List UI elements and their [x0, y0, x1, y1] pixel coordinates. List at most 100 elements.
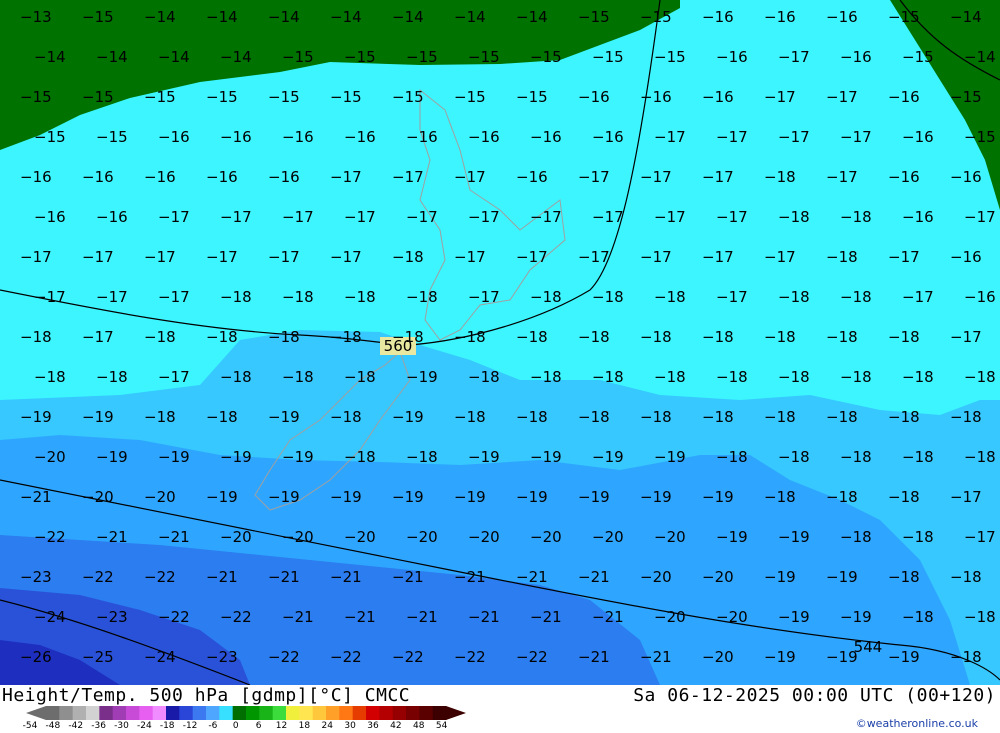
temperature-label: −17 [34, 288, 66, 306]
credit-link[interactable]: ©weatheronline.co.uk [856, 717, 978, 730]
temperature-label: −24 [144, 648, 176, 666]
temperature-label: −19 [330, 488, 362, 506]
temperature-label: −18 [144, 408, 176, 426]
temperature-label: −16 [902, 128, 934, 146]
temperature-label: −18 [516, 328, 548, 346]
temperature-label: −22 [516, 648, 548, 666]
temperature-label: −20 [702, 648, 734, 666]
temperature-label: −18 [468, 368, 500, 386]
scale-segment [299, 706, 314, 720]
contour-label-544: 544 [854, 638, 883, 656]
temperature-label: −18 [764, 488, 796, 506]
scale-segment [192, 706, 207, 720]
temperature-label: −21 [516, 568, 548, 586]
temperature-label: −17 [840, 128, 872, 146]
temperature-label: −19 [392, 488, 424, 506]
temperature-label: −22 [392, 648, 424, 666]
temperature-label: −18 [964, 448, 996, 466]
temperature-label: −15 [468, 48, 500, 66]
temperature-label: −18 [778, 208, 810, 226]
temperature-label: −16 [950, 168, 982, 186]
scale-tick-label: -48 [45, 721, 61, 731]
temperature-label: −16 [702, 8, 734, 26]
temperature-label: −18 [20, 328, 52, 346]
scale-segment [139, 706, 154, 720]
temperature-label: −22 [220, 608, 252, 626]
temperature-label: −17 [516, 248, 548, 266]
temperature-label: −18 [902, 448, 934, 466]
temperature-label: −21 [206, 568, 238, 586]
temperature-label: −20 [640, 568, 672, 586]
temperature-label: −22 [158, 608, 190, 626]
scale-segment [272, 706, 287, 720]
temperature-label: −25 [82, 648, 114, 666]
temperature-label: −17 [220, 208, 252, 226]
scale-tick-label: 48 [412, 721, 425, 731]
color-scale-ticks: -54 -48 -42 -36 -30 -24 -18 -12 -6 0 6 12 18 24 30 36 42… [23, 721, 470, 733]
scale-tick-label: -54 [22, 721, 38, 731]
temperature-label: −14 [268, 8, 300, 26]
scale-segment [286, 706, 300, 720]
temperature-label: −20 [654, 608, 686, 626]
temperature-label: −21 [268, 568, 300, 586]
temperature-label: −15 [530, 48, 562, 66]
scale-tick-label: 36 [367, 721, 379, 731]
scale-segment [326, 706, 340, 720]
temperature-label: −18 [840, 368, 872, 386]
temperature-label: −16 [888, 168, 920, 186]
temperature-label: −15 [640, 8, 672, 26]
temperature-label: −19 [764, 648, 796, 666]
temperature-label: −15 [592, 48, 624, 66]
map-footer: Height/Temp. 500 hPa [gdmp][°C] CMCC Sa … [0, 685, 1000, 733]
scale-tick-label: 18 [298, 721, 311, 731]
map-canvas: 560 544 −13 −15 −14 −14 −14 −14 −14 −14 −14 −15 −1… [0, 0, 1000, 685]
temperature-label: −19 [654, 448, 686, 466]
scale-tick-label: -24 [136, 721, 152, 731]
temperature-label: −18 [840, 288, 872, 306]
temperature-label: −18 [406, 288, 438, 306]
scale-segment [392, 706, 407, 720]
temperature-label: −18 [840, 528, 872, 546]
temperature-label: −14 [96, 48, 128, 66]
temperature-label: −15 [282, 48, 314, 66]
temperature-label: −18 [330, 328, 362, 346]
temperature-label: −21 [158, 528, 190, 546]
temperature-label: −19 [268, 408, 300, 426]
temperature-label: −21 [344, 608, 376, 626]
temperature-label: −19 [158, 448, 190, 466]
temperature-label: −18 [778, 448, 810, 466]
scale-tick-label: 30 [344, 721, 356, 731]
temperature-label: −16 [902, 208, 934, 226]
temperature-label: −17 [454, 168, 486, 186]
temperature-label: −15 [82, 8, 114, 26]
temperature-label: −17 [344, 208, 376, 226]
temperature-label: −18 [888, 328, 920, 346]
temperature-label: −20 [282, 528, 314, 546]
temperature-label: −17 [716, 288, 748, 306]
scale-tick-label: 0 [232, 721, 239, 731]
temperature-label: −14 [206, 8, 238, 26]
temperature-label: −17 [764, 248, 796, 266]
scale-segment [432, 706, 447, 720]
scale-segment [352, 706, 367, 720]
temperature-label: −18 [206, 408, 238, 426]
temperature-label: −15 [406, 48, 438, 66]
temperature-label: −14 [950, 8, 982, 26]
temperature-label: −19 [888, 648, 920, 666]
temperature-label: −17 [826, 88, 858, 106]
temperature-label: −20 [220, 528, 252, 546]
temperature-label: −18 [950, 568, 982, 586]
temperature-label: −14 [144, 8, 176, 26]
scale-segment [72, 706, 87, 720]
temperature-label: −16 [282, 128, 314, 146]
temperature-label: −17 [578, 168, 610, 186]
temperature-label: −17 [640, 168, 672, 186]
temperature-label: −18 [578, 328, 610, 346]
scale-tick-label: 54 [435, 721, 448, 731]
temperature-label: −16 [406, 128, 438, 146]
temperature-label: −14 [392, 8, 424, 26]
scale-tick-label: 6 [255, 721, 262, 731]
temperature-label: −18 [34, 368, 66, 386]
temperature-label: −17 [592, 208, 624, 226]
temperature-label: −17 [702, 248, 734, 266]
